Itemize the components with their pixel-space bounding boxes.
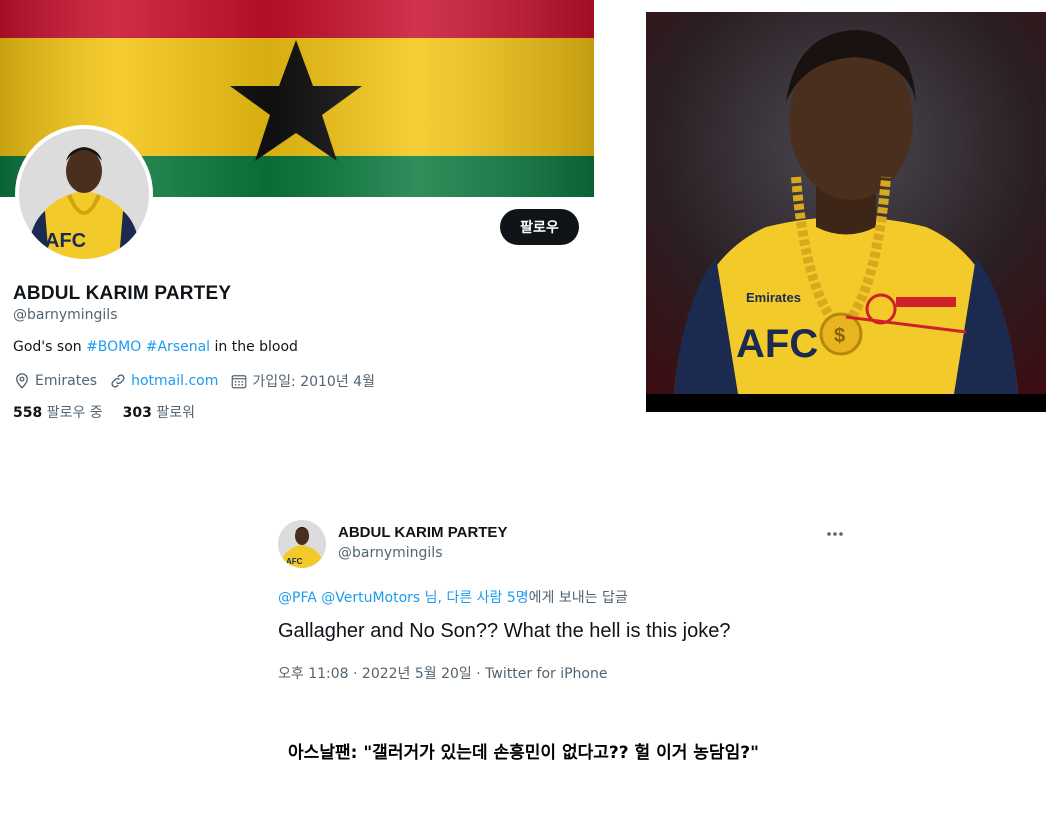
bio-suffix: in the blood (210, 339, 298, 355)
profile-avatar[interactable]: AFC (15, 125, 153, 263)
profile-location: Emirates (13, 372, 97, 390)
profile-meta: Emirates hotmail.com 가입일: 2010년 4월 (13, 371, 387, 391)
link-icon (111, 374, 125, 388)
tweet-text: Gallagher and No Son?? What the hell is … (278, 620, 731, 642)
tweet-timestamp[interactable]: 오후 11:08 · 2022년 5월 20일 · Twitter for iP… (278, 663, 607, 683)
location-text: Emirates (35, 373, 98, 389)
bio-prefix: God's son (13, 339, 87, 355)
caption-text: 아스날팬: "갤러거가 있는데 손흥민이 없다고?? 헐 이거 농담임?" (288, 743, 759, 763)
profile-stats: 558 팔로우 중 303 팔로워 (13, 402, 215, 422)
calendar-icon (232, 375, 247, 389)
tweet-avatar[interactable]: AFC (278, 520, 326, 568)
profile-website[interactable]: hotmail.com (109, 372, 218, 390)
following-stat[interactable]: 558 팔로우 중 (13, 402, 103, 422)
tweet-handle[interactable]: @barnymingils (338, 545, 443, 561)
hashtag-arsenal[interactable]: #Arsenal (146, 339, 210, 355)
tweet-reply-context: @PFA @VertuMotors 님, 다른 사람 5명에게 보내는 답글 (278, 587, 628, 607)
followers-label: 팔로워 (151, 405, 195, 421)
tweet-display-name[interactable]: ABDUL KARIM PARTEY (338, 524, 507, 541)
profile-handle: @barnymingils (13, 307, 118, 323)
follow-button[interactable]: 팔로우 (500, 209, 579, 245)
profile-display-name: ABDUL KARIM PARTEY (13, 283, 232, 304)
player-photo: $ Emirates AFC (646, 12, 1046, 412)
followers-stat[interactable]: 303 팔로워 (123, 402, 195, 422)
followers-count: 303 (122, 405, 152, 421)
svg-text:$: $ (834, 325, 845, 347)
location-icon (16, 373, 28, 389)
profile-joined: 가입일: 2010년 4월 (230, 371, 375, 391)
profile-bio: God's son #BOMO #Arsenal in the blood (13, 339, 298, 355)
reply-mentions[interactable]: @PFA @VertuMotors (278, 590, 420, 606)
following-count: 558 (13, 405, 43, 421)
svg-text:AFC: AFC (286, 557, 303, 566)
reply-others[interactable]: 님, 다른 사람 5명 (420, 590, 529, 606)
following-label: 팔로우 중 (42, 405, 103, 421)
hashtag-bomo[interactable]: #BOMO (86, 339, 141, 355)
svg-text:AFC: AFC (736, 322, 818, 366)
svg-text:Emirates: Emirates (746, 290, 801, 305)
reply-suffix: 에게 보내는 답글 (528, 590, 628, 606)
more-icon[interactable] (824, 524, 846, 544)
svg-text:AFC: AFC (45, 230, 86, 252)
website-link[interactable]: hotmail.com (131, 373, 218, 389)
joined-text: 가입일: 2010년 4월 (252, 374, 375, 390)
